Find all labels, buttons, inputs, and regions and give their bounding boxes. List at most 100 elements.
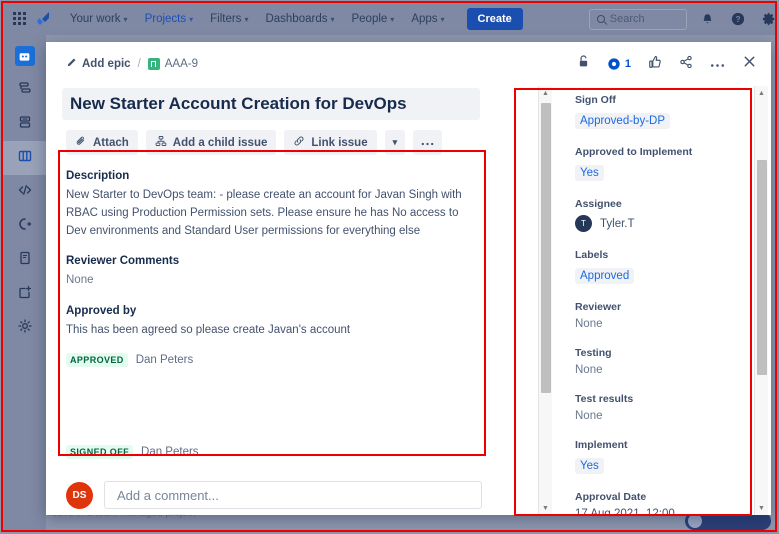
watch-count: 1 (624, 58, 631, 70)
action-more-button[interactable] (413, 130, 443, 155)
svg-text:?: ? (736, 15, 741, 24)
search-input[interactable]: Search (588, 8, 687, 30)
sidebar-field-implement: Implement Yes (575, 439, 755, 474)
board-icon (17, 148, 33, 169)
issue-main-column: New Starter Account Creation for DevOps … (46, 86, 482, 515)
sidebar-field-test-results: Test results None (575, 393, 755, 422)
thumbs-up-icon[interactable] (648, 55, 662, 74)
nav-label: Filters (210, 13, 242, 25)
field-approved-by: Approved by This has been agreed so plea… (66, 305, 482, 340)
nav-item-projects[interactable]: Projects ▾ (145, 13, 194, 25)
sidebar-item-add[interactable] (3, 277, 46, 311)
nav-item-people[interactable]: People ▾ (351, 13, 394, 25)
field-label: Reviewer Comments (66, 255, 180, 268)
add-child-issue-button[interactable]: Add a child issue (145, 130, 277, 155)
page-title[interactable]: New Starter Account Creation for DevOps (62, 88, 480, 120)
scroll-track[interactable] (755, 100, 769, 501)
notifications-icon[interactable] (701, 13, 714, 26)
modal-body: New Starter Account Creation for DevOps … (46, 86, 771, 515)
link-issue-button[interactable]: Link issue (284, 130, 377, 155)
status-badge: SIGNED OFF (66, 445, 134, 460)
scroll-up-arrow[interactable]: ▲ (755, 86, 769, 100)
sidebar-scrollbar[interactable]: ▲ ▼ (754, 86, 768, 515)
app-switcher-icon[interactable] (13, 12, 26, 26)
lock-icon[interactable] (577, 54, 590, 74)
field-value[interactable]: Approved (575, 268, 635, 284)
scroll-down-arrow[interactable]: ▼ (539, 501, 553, 515)
pencil-icon (66, 57, 77, 71)
field-label: Assignee (575, 198, 622, 210)
attach-button[interactable]: Attach (66, 130, 138, 155)
more-actions-icon[interactable] (710, 55, 725, 73)
sidebar-item-releases[interactable] (3, 209, 46, 243)
close-icon[interactable] (742, 54, 757, 74)
field-value[interactable]: None (575, 410, 755, 422)
nav-item-apps[interactable]: Apps ▾ (411, 13, 444, 25)
nav-right-icons: ? (701, 12, 776, 26)
scroll-up-arrow[interactable]: ▲ (539, 86, 553, 100)
project-sidebar (3, 35, 46, 531)
scroll-thumb[interactable] (756, 160, 767, 375)
scroll-down-arrow[interactable]: ▼ (755, 501, 769, 515)
breadcrumb: Add epic / AAA-9 (66, 57, 198, 71)
sidebar-item-pages[interactable] (3, 243, 46, 277)
signoff-signature-row: SIGNED OFF Dan Peters (66, 445, 482, 460)
link-icon (293, 135, 305, 150)
avatar: DS (66, 481, 93, 509)
nav-item-your-work[interactable]: Your work ▾ (70, 13, 128, 25)
field-value[interactable]: This has been agreed so please create Ja… (66, 322, 482, 340)
sidebar-item-project-avatar[interactable] (3, 39, 46, 73)
chevron-down-icon: ▾ (440, 14, 445, 24)
signoff-name: Dan Peters (141, 446, 199, 459)
approver-name: Dan Peters (135, 354, 194, 367)
field-value[interactable]: None (575, 318, 755, 330)
settings-icon[interactable] (762, 12, 776, 26)
sidebar-field-testing: Testing None (575, 347, 755, 376)
releases-icon (17, 216, 33, 237)
field-description: Description New Starter to DevOps team: … (66, 170, 482, 240)
field-value[interactable]: Yes (575, 458, 604, 474)
scroll-track[interactable] (539, 100, 553, 501)
nav-item-filters[interactable]: Filters ▾ (210, 13, 248, 25)
attach-label: Attach (93, 136, 129, 149)
nav-item-dashboards[interactable]: Dashboards ▾ (265, 13, 334, 25)
sidebar-item-board[interactable] (3, 141, 46, 175)
field-value[interactable]: New Starter to DevOps team: - please cre… (66, 187, 482, 240)
protip-key: M (169, 514, 185, 515)
field-value[interactable]: None (575, 364, 755, 376)
assignee-value[interactable]: T Tyler.T (575, 215, 755, 232)
assignee-name: Tyler.T (600, 217, 635, 230)
help-icon[interactable]: ? (731, 12, 745, 26)
chevron-down-icon: ▾ (123, 14, 128, 24)
sidebar-item-roadmap[interactable] (3, 73, 46, 107)
issue-key-link[interactable]: AAA-9 (147, 58, 198, 70)
app-root: You're in a team-managed project Your wo… (0, 0, 779, 534)
chevron-down-icon: ▾ (189, 14, 194, 24)
nav-label: Dashboards (265, 13, 328, 25)
jira-logo-icon[interactable] (35, 10, 53, 28)
add-child-issue-label: Add a child issue (172, 136, 268, 149)
sidebar-item-project-settings[interactable] (3, 311, 46, 345)
top-navigation-bar: Your work ▾ Projects ▾ Filters ▾ Dashboa… (3, 3, 776, 35)
field-label: Test results (575, 393, 634, 405)
field-value[interactable]: Yes (575, 165, 604, 181)
main-scrollbar[interactable]: ▲ ▼ (538, 86, 552, 515)
field-value[interactable]: None (66, 272, 482, 290)
approval-signature-row: APPROVED Dan Peters (66, 353, 482, 368)
comment-input[interactable]: Add a comment... (104, 481, 482, 510)
nav-label: Your work (69, 13, 121, 25)
create-button[interactable]: Create (466, 8, 523, 30)
backlog-icon (17, 114, 33, 135)
field-label: Labels (575, 249, 609, 261)
field-label: Approval Date (575, 491, 647, 503)
field-value[interactable]: 17 Aug 2021, 12:00 (575, 508, 755, 515)
action-dropdown-button[interactable]: ▾ (384, 130, 406, 155)
scroll-thumb[interactable] (540, 103, 551, 393)
field-value[interactable]: Approved-by-DP (575, 113, 671, 129)
sidebar-item-code[interactable] (3, 175, 46, 209)
watch-button[interactable]: 1 (607, 57, 631, 71)
share-icon[interactable] (679, 55, 693, 74)
status-badge: APPROVED (66, 353, 128, 368)
sidebar-item-backlog[interactable] (3, 107, 46, 141)
add-epic-button[interactable]: Add epic (66, 57, 131, 71)
